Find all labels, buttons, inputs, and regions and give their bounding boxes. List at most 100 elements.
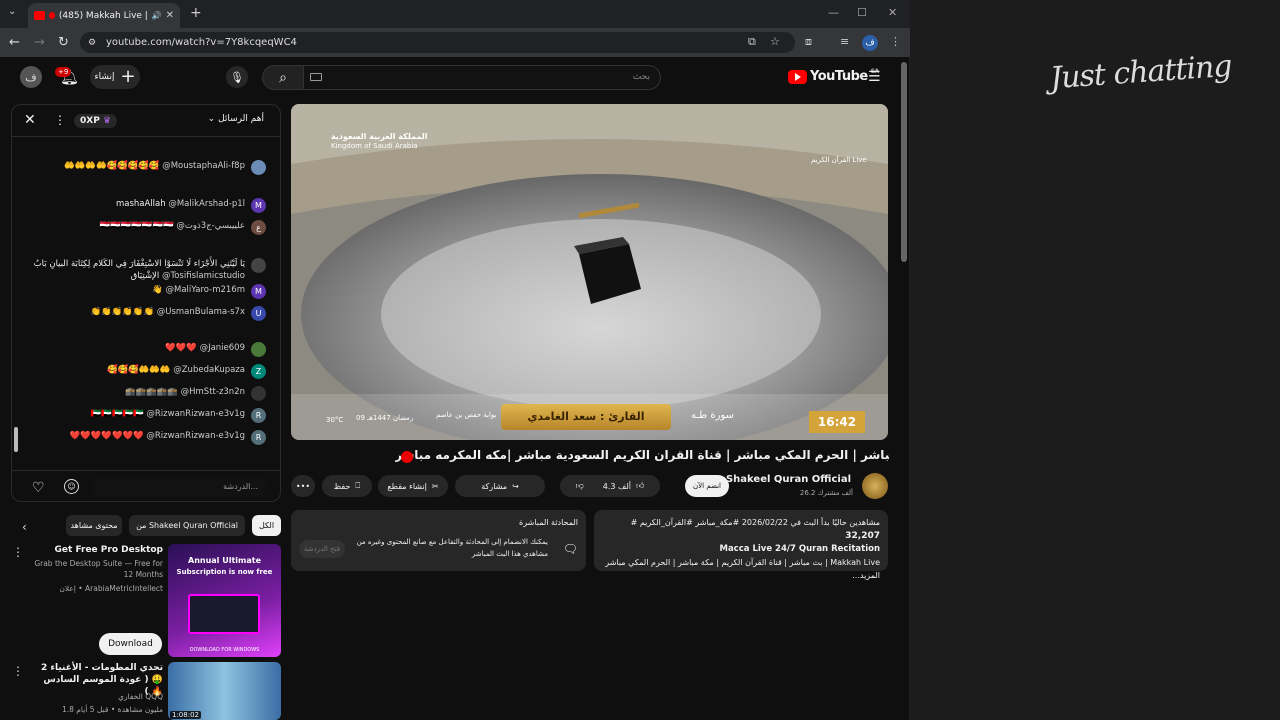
description-box[interactable]: مشاهدين حاليًا بدأ البث في 2026/02/22 #م… (594, 510, 888, 580)
emoji-icon[interactable]: ☺ (64, 479, 79, 494)
video-player[interactable]: المملكة العربية السعودية Kingdom of Saud… (291, 104, 888, 440)
like-icon[interactable]: 👍︎ (636, 481, 644, 491)
chat-message[interactable]: 🤲🤲🤲🤲🥰🥰🥰🥰🥰 @MoustaphaAli-f8p (64, 160, 266, 175)
extensions-icon[interactable]: ⧈ (805, 35, 812, 49)
chat-author[interactable]: @RizwanRizwan-e3v1g (146, 431, 245, 441)
bookmark-star-icon[interactable]: ☆ (770, 35, 780, 48)
menu-hamburger-icon[interactable]: ☰ (868, 69, 881, 85)
chat-author[interactable]: @HmStt-z3n2n (181, 387, 245, 397)
xp-badge[interactable]: 0XP ♛ (74, 114, 118, 128)
chat-avatar[interactable]: Z (251, 364, 266, 379)
rec1-more-icon[interactable]: ⋮ (12, 545, 24, 559)
chat-avatar[interactable]: R (251, 408, 266, 423)
chat-message-text: ❤️❤️❤️ @Janie609 (165, 342, 245, 354)
chat-avatar[interactable] (251, 342, 266, 357)
join-button[interactable]: انضم الآن (685, 475, 729, 497)
maximize-icon[interactable]: ☐ (857, 6, 867, 19)
rec1-thumb-bot: DOWNLOAD FOR WINDOWS (189, 647, 260, 653)
desc-line1: مشاهدين حاليًا بدأ البث في 2026/02/22 #م… (602, 516, 880, 543)
chat-author[interactable]: @Tosifislamicstudio (162, 271, 245, 281)
search-button[interactable]: ⌕ (262, 65, 304, 90)
rec1-thumbnail[interactable]: Annual Ultimate Subscription is now free… (168, 544, 281, 657)
chat-message-text: 🤲🤲🤲🤲🥰🥰🥰🥰🥰 @MoustaphaAli-f8p (64, 160, 245, 172)
chat-avatar[interactable]: U (251, 306, 266, 321)
chat-avatar[interactable] (251, 386, 266, 401)
create-button[interactable]: إنشاء + (90, 65, 140, 89)
clip-button[interactable]: إنشاء مقطع ✂ (378, 475, 448, 497)
browser-menu-icon[interactable]: ⋮ (890, 35, 901, 48)
search-input[interactable]: بحث (303, 65, 661, 90)
page-scrollbar[interactable] (901, 62, 907, 262)
chat-mode-dropdown[interactable]: ⌄ أهم الرسائل (208, 114, 264, 124)
chat-author[interactable]: @ZubedaKupaza (173, 365, 245, 375)
minimize-icon[interactable]: — (828, 6, 839, 19)
chat-avatar[interactable] (251, 258, 266, 273)
chat-message[interactable]: 🇦🇪🇦🇪🇦🇪🇦🇪🇦🇪 @RizwanRizwan-e3v1g R (91, 408, 266, 423)
desc-line3: بث مباشر | قناة القرآن الكريم | مكة مباش… (605, 558, 880, 580)
tab-close-icon[interactable]: ✕ (166, 10, 174, 21)
chat-scrollbar[interactable] (14, 427, 18, 452)
chip-from-channel[interactable]: من Shakeel Quran Official (129, 515, 245, 536)
temperature: 30°C (326, 416, 344, 424)
chat-author[interactable]: @UsmanBulama-s7x (157, 307, 245, 317)
channel-avatar[interactable] (862, 473, 888, 499)
chat-author[interactable]: @Janie609 (200, 343, 245, 353)
browser-tab[interactable]: (485) Makkah Live | بث مباشر 🔊 ✕ (28, 3, 180, 28)
chat-author[interactable]: @RizwanRizwan-e3v1g (146, 409, 245, 419)
forward-icon[interactable]: → (34, 35, 45, 50)
chat-message[interactable]: 🇾🇪🇾🇪🇾🇪🇾🇪🇾🇪🇾🇪🇾🇪 @علييبسي-ج3ذوت ع (100, 220, 266, 235)
download-button[interactable]: Download (99, 633, 162, 655)
like-count[interactable]: 4.3 ألف (603, 482, 631, 491)
chat-input[interactable]: الدردشة... (92, 477, 266, 497)
voice-search-icon[interactable]: 🎙︎ (226, 66, 248, 88)
chat-message[interactable]: 👏👏👏👏👏👏 @UsmanBulama-s7x U (91, 306, 266, 321)
chat-message[interactable]: 🕋🕋🕋🕋🕋 @HmStt-z3n2n (125, 386, 266, 401)
keyboard-icon[interactable] (310, 73, 322, 81)
open-chat-button[interactable]: فتح الدردشة (299, 540, 345, 558)
chat-message[interactable]: ❤️❤️❤️❤️❤️❤️❤️ @RizwanRizwan-e3v1g R (70, 430, 266, 445)
close-chat-icon[interactable]: ✕ (24, 112, 36, 128)
crown-icon: ♛ (102, 116, 112, 126)
heart-reaction-icon[interactable]: ♡ (32, 480, 45, 496)
back-icon[interactable]: ← (9, 35, 20, 50)
save-button[interactable]: حفظ ⎕ (322, 475, 372, 497)
chip-watched[interactable]: محتوى مشاهد (66, 515, 122, 536)
browser-profile-avatar[interactable]: ف (862, 35, 878, 51)
more-actions-button[interactable]: ••• (291, 475, 315, 497)
chat-avatar[interactable]: R (251, 430, 266, 445)
chip-prev-icon[interactable]: ‹ (22, 520, 27, 534)
chat-message[interactable]: 🥰🥰🥰🤲🤲🤲 @ZubedaKupaza Z (107, 364, 266, 379)
share-button[interactable]: مشاركة ↪ (455, 475, 545, 497)
cast-icon[interactable]: ⧉ (748, 35, 756, 49)
chat-avatar[interactable]: M (251, 284, 266, 299)
reload-icon[interactable]: ↻ (58, 35, 69, 50)
chat-avatar[interactable]: ع (251, 220, 266, 235)
tab-audio-icon[interactable]: 🔊 (152, 11, 162, 20)
new-tab-button[interactable]: + (190, 5, 202, 21)
account-avatar[interactable]: ف (20, 66, 42, 88)
chat-message[interactable]: 👋 @MaliYaro-m216m M (152, 284, 266, 299)
url-text: youtube.com/watch?v=7Y8kcqeqWC4 (106, 37, 297, 48)
chat-message-text: ❤️❤️❤️❤️❤️❤️❤️ @RizwanRizwan-e3v1g (70, 430, 245, 442)
chat-more-icon[interactable]: ⋮ (54, 113, 66, 127)
close-window-icon[interactable]: ✕ (888, 6, 897, 19)
tab-search-icon[interactable]: ⌄ (8, 6, 16, 17)
chat-author[interactable]: @MoustaphaAli-f8p (162, 161, 245, 171)
rec1-title[interactable]: Get Free Pro Desktop (30, 544, 163, 556)
chat-author[interactable]: @علييبسي-ج3ذوت (176, 221, 245, 231)
dislike-icon[interactable]: 👎︎ (576, 481, 584, 491)
chat-avatar[interactable] (251, 160, 266, 175)
media-control-icon[interactable]: ≡ (840, 35, 849, 48)
chat-messages[interactable]: 🤲🤲🤲🤲🥰🥰🥰🥰🥰 @MoustaphaAli-f8p mashaAllah @M… (12, 138, 280, 463)
chat-message[interactable]: mashaAllah @MalikArshad-p1l M (116, 198, 266, 213)
address-bar[interactable]: ⚙ youtube.com/watch?v=7Y8kcqeqWC4 (80, 32, 795, 53)
chat-avatar[interactable]: M (251, 198, 266, 213)
youtube-logo[interactable]: YouTube SA (788, 68, 879, 84)
rec2-more-icon[interactable]: ⋮ (12, 664, 24, 678)
chat-message[interactable]: ❤️❤️❤️ @Janie609 (165, 342, 266, 357)
chat-message[interactable]: يَا لَيْتَنِي الأَجْزَاء لَا تَنْسَوْا ا… (25, 258, 266, 282)
chat-author[interactable]: @MaliYaro-m216m (165, 285, 245, 295)
site-info-icon[interactable]: ⚙ (88, 38, 96, 48)
chip-all[interactable]: الكل (252, 515, 281, 536)
chat-author[interactable]: @MalikArshad-p1l (168, 199, 245, 209)
